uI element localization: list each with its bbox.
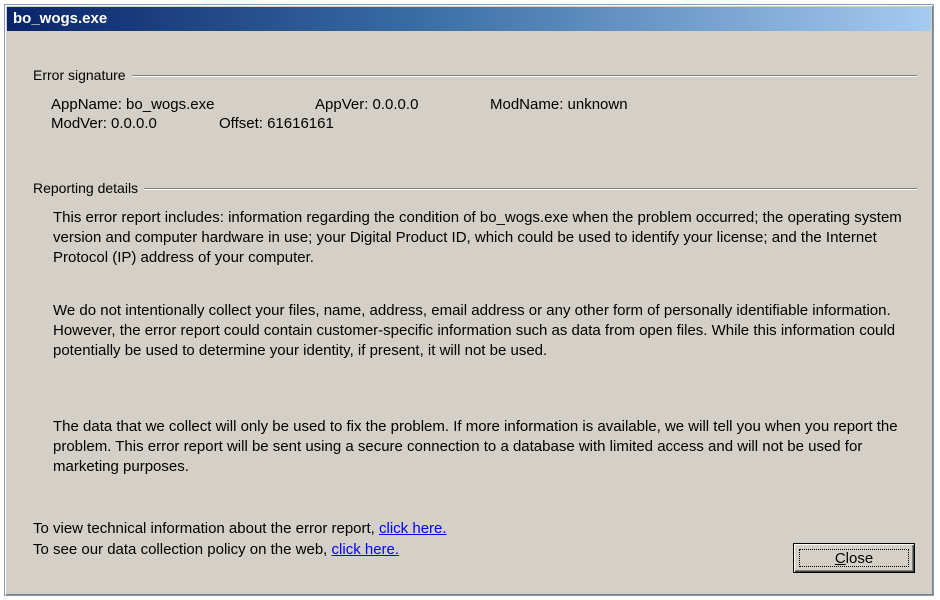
tech-info-link[interactable]: click here.: [379, 520, 447, 537]
tech-info-line: To view technical information about the …: [33, 520, 447, 537]
app-name-value: AppName: bo_wogs.exe: [51, 96, 215, 113]
group-divider: [144, 188, 917, 190]
offset-value: Offset: 61616161: [219, 115, 334, 132]
error-signature-group-header: Error signature: [33, 67, 917, 83]
reporting-details-heading: Reporting details: [33, 180, 139, 196]
module-name-value: ModName: unknown: [490, 96, 628, 113]
privacy-paragraph: We do not intentionally collect your fil…: [53, 302, 896, 359]
group-divider: [131, 75, 917, 77]
title-bar[interactable]: bo_wogs.exe: [7, 7, 931, 31]
focus-rectangle: [799, 549, 909, 567]
reporting-details-group-header: Reporting details: [33, 180, 917, 196]
report-contents-paragraph: This error report includes: information …: [53, 209, 902, 266]
policy-link[interactable]: click here.: [332, 541, 400, 558]
window-title: bo_wogs.exe: [13, 10, 108, 27]
tech-info-text: To view technical information about the …: [33, 520, 375, 537]
app-version-value: AppVer: 0.0.0.0: [315, 96, 419, 113]
policy-text: To see our data collection policy on the…: [33, 541, 328, 558]
data-usage-paragraph: The data that we collect will only be us…: [53, 418, 898, 475]
policy-line: To see our data collection policy on the…: [33, 541, 399, 558]
close-button[interactable]: Close: [793, 543, 915, 573]
error-signature-heading: Error signature: [33, 67, 126, 83]
module-version-value: ModVer: 0.0.0.0: [51, 115, 157, 132]
error-report-dialog: bo_wogs.exe Error signature AppName: bo_…: [4, 4, 934, 596]
